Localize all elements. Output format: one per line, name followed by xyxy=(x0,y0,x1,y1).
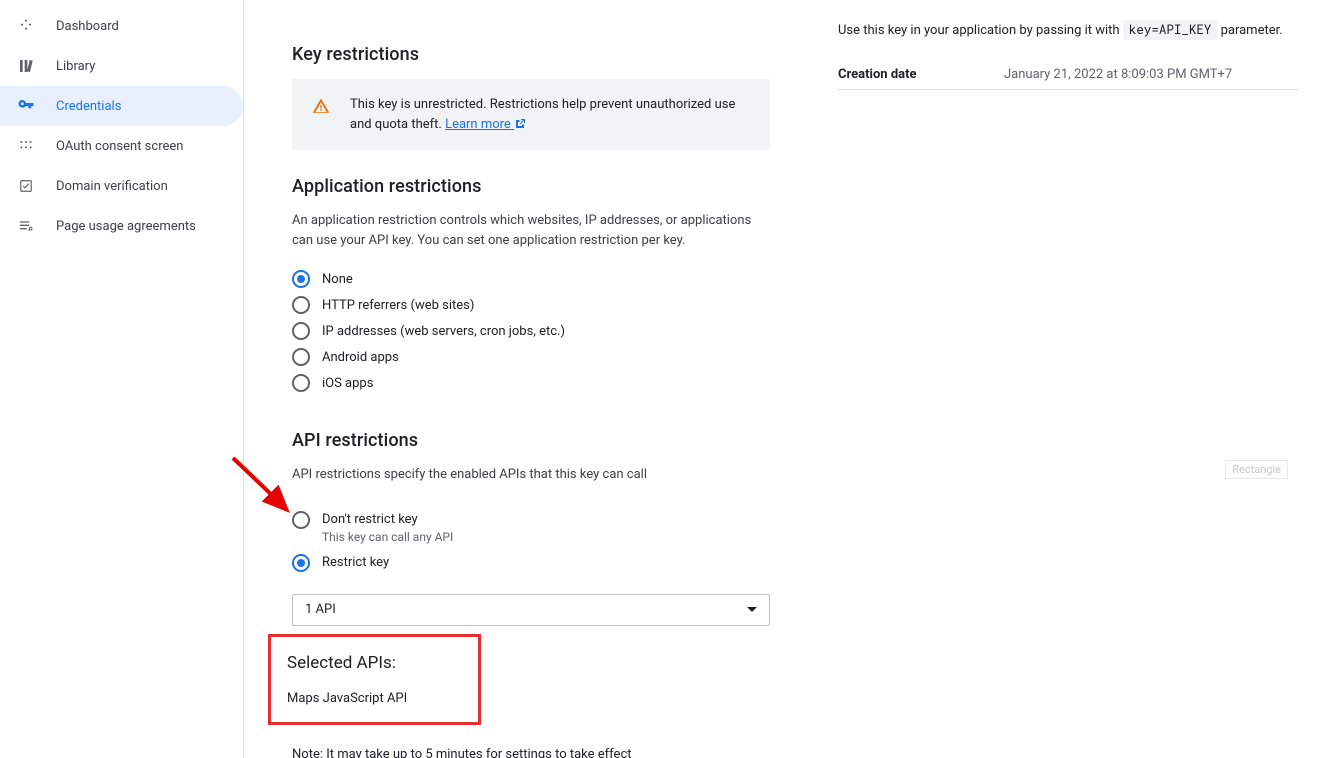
sidebar-item-label: Dashboard xyxy=(56,19,119,34)
sidebar-item-label: Page usage agreements xyxy=(56,219,196,234)
chevron-down-icon xyxy=(747,607,757,612)
radio-label: Android apps xyxy=(322,350,399,365)
radio-label: IP addresses (web servers, cron jobs, et… xyxy=(322,324,565,339)
sidebar-item-usage[interactable]: Page usage agreements xyxy=(0,206,243,246)
learn-more-label: Learn more xyxy=(445,117,511,132)
creation-date-row: Creation date January 21, 2022 at 8:09:0… xyxy=(838,60,1298,90)
sidebar-item-dashboard[interactable]: Dashboard xyxy=(0,6,243,46)
radio-icon xyxy=(292,374,310,392)
hint-text-before: Use this key in your application by pass… xyxy=(838,23,1123,38)
radio-label: None xyxy=(322,272,353,287)
api-restriction-radio-group: Don't restrict key This key can call any… xyxy=(292,507,770,576)
radio-option-ip[interactable]: IP addresses (web servers, cron jobs, et… xyxy=(292,318,770,344)
rectangle-tag: Rectangle xyxy=(1225,460,1288,479)
radio-label: HTTP referrers (web sites) xyxy=(322,298,474,313)
learn-more-link[interactable]: Learn more xyxy=(445,117,526,132)
sidebar-item-label: Library xyxy=(56,59,95,74)
radio-icon xyxy=(292,296,310,314)
radio-icon xyxy=(292,554,310,572)
api-select-dropdown[interactable]: 1 API xyxy=(292,594,770,626)
api-restrictions-desc: API restrictions specify the enabled API… xyxy=(292,465,770,485)
dashboard-icon xyxy=(16,16,36,36)
sidebar-item-oauth[interactable]: OAuth consent screen xyxy=(0,126,243,166)
agreements-icon xyxy=(16,216,36,236)
radio-icon xyxy=(292,270,310,288)
app-restrictions-heading: Application restrictions xyxy=(292,176,770,197)
radio-option-none[interactable]: None xyxy=(292,266,770,292)
radio-subtext: This key can call any API xyxy=(322,530,770,544)
radio-option-restrict[interactable]: Restrict key xyxy=(292,550,770,576)
radio-label: Restrict key xyxy=(322,555,389,570)
radio-label: iOS apps xyxy=(322,376,373,391)
verified-icon xyxy=(16,176,36,196)
side-info-panel: Use this key in your application by pass… xyxy=(838,20,1298,90)
code-snippet: key=API_KEY xyxy=(1123,20,1218,40)
radio-icon xyxy=(292,322,310,340)
sidebar-item-label: Domain verification xyxy=(56,179,168,194)
warning-text-span: This key is unrestricted. Restrictions h… xyxy=(350,97,735,132)
sidebar-item-domain[interactable]: Domain verification xyxy=(0,166,243,206)
sidebar: Dashboard Library Credentials OAuth cons… xyxy=(0,0,244,758)
app-restrictions-desc: An application restriction controls whic… xyxy=(292,211,770,250)
radio-option-android[interactable]: Android apps xyxy=(292,344,770,370)
radio-icon xyxy=(292,348,310,366)
main-content: Key restrictions This key is unrestricte… xyxy=(292,30,770,758)
warning-text: This key is unrestricted. Restrictions h… xyxy=(350,95,750,134)
library-icon xyxy=(16,56,36,76)
app-restriction-radio-group: None HTTP referrers (web sites) IP addre… xyxy=(292,266,770,396)
sidebar-item-label: Credentials xyxy=(56,99,121,114)
sidebar-item-library[interactable]: Library xyxy=(0,46,243,86)
warning-alert: This key is unrestricted. Restrictions h… xyxy=(292,79,770,150)
hint-text-after: parameter. xyxy=(1217,23,1282,38)
key-restrictions-heading: Key restrictions xyxy=(292,44,770,65)
selected-api-item: Maps JavaScript API xyxy=(287,691,462,706)
sidebar-item-credentials[interactable]: Credentials xyxy=(0,86,243,126)
note-text: Note: It may take up to 5 minutes for se… xyxy=(292,747,770,758)
highlight-annotation: Selected APIs: Maps JavaScript API xyxy=(268,634,481,725)
radio-label: Don't restrict key xyxy=(322,512,418,527)
select-text: 1 API xyxy=(305,602,336,617)
api-restrictions-heading: API restrictions xyxy=(292,430,770,451)
selected-apis-heading: Selected APIs: xyxy=(287,653,462,673)
radio-option-http[interactable]: HTTP referrers (web sites) xyxy=(292,292,770,318)
meta-key-label: Creation date xyxy=(838,67,1004,82)
warning-icon xyxy=(312,97,330,119)
meta-value: January 21, 2022 at 8:09:03 PM GMT+7 xyxy=(1004,67,1232,82)
radio-icon xyxy=(292,511,310,529)
sidebar-item-label: OAuth consent screen xyxy=(56,139,183,154)
consent-icon xyxy=(16,136,36,156)
external-link-icon xyxy=(514,118,526,130)
key-icon xyxy=(16,96,36,116)
usage-hint: Use this key in your application by pass… xyxy=(838,20,1298,42)
radio-option-ios[interactable]: iOS apps xyxy=(292,370,770,396)
